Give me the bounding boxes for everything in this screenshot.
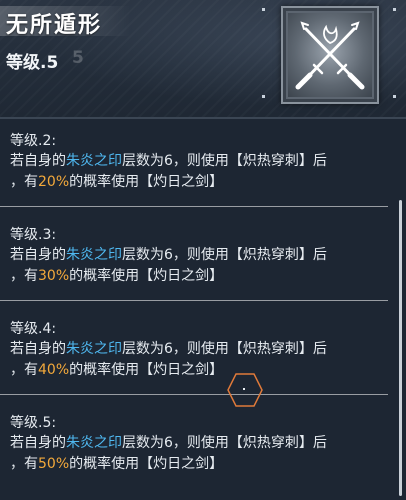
entry-level-label: 等级.5: — [10, 415, 57, 431]
level-list[interactable]: 等级.2: 若自身的朱炎之印层数为6，则使用【炽热穿刺】后 ，有20%的概率使用… — [0, 120, 406, 500]
entry-divider — [0, 394, 388, 395]
list-scrollbar[interactable] — [399, 200, 402, 496]
entry-divider — [0, 206, 388, 207]
entry-level-label: 等级.3: — [10, 227, 57, 243]
cursor-hex-icon — [227, 373, 263, 407]
cursor-dot — [243, 388, 245, 390]
corner-dot — [262, 95, 265, 98]
keyword-highlight: 朱炎之印 — [66, 247, 122, 263]
text-segment: 若自身的 — [10, 247, 66, 263]
entry-line-1: 若自身的朱炎之印层数为6，则使用【炽热穿刺】后 — [10, 432, 327, 452]
chance-highlight: 40% — [38, 362, 70, 378]
chance-highlight: 20% — [38, 174, 70, 190]
corner-dot — [393, 8, 396, 11]
text-segment: 层数为6，则使用【炽热穿刺】后 — [122, 247, 327, 263]
text-segment: ，有 — [10, 174, 38, 190]
chance-highlight: 30% — [38, 268, 70, 284]
entry-line-2: ，有30%的概率使用【灼日之剑】 — [10, 265, 223, 285]
entry-level-label: 等级.4: — [10, 321, 57, 337]
header-separator — [0, 117, 406, 119]
keyword-highlight: 朱炎之印 — [66, 435, 122, 451]
keyword-highlight: 朱炎之印 — [66, 341, 122, 357]
text-segment: 的概率使用【灼日之剑】 — [69, 174, 224, 190]
text-segment: 的概率使用【灼日之剑】 — [69, 362, 224, 378]
text-segment: 若自身的 — [10, 153, 66, 169]
entry-line-1: 若自身的朱炎之印层数为6，则使用【炽热穿刺】后 — [10, 150, 327, 170]
text-segment: ，有 — [10, 268, 38, 284]
skill-header: 无所遁形 等级.5 5 — [0, 0, 406, 118]
entry-line-2: ，有40%的概率使用【灼日之剑】 — [10, 359, 223, 379]
crossed-blades-icon — [288, 13, 372, 97]
text-segment: 层数为6，则使用【炽热穿刺】后 — [122, 153, 327, 169]
skill-name: 无所遁形 — [6, 13, 103, 38]
current-level: 等级.5 — [6, 53, 59, 73]
entry-level-label: 等级.2: — [10, 133, 57, 149]
chance-highlight: 50% — [38, 456, 70, 472]
corner-dot — [393, 95, 396, 98]
text-segment: ，有 — [10, 456, 38, 472]
skill-icon-frame[interactable] — [281, 6, 379, 104]
entry-divider — [0, 300, 388, 301]
text-segment: ，有 — [10, 362, 38, 378]
text-segment: 的概率使用【灼日之剑】 — [69, 456, 224, 472]
entry-line-2: ，有20%的概率使用【灼日之剑】 — [10, 171, 223, 191]
text-segment: 若自身的 — [10, 435, 66, 451]
text-segment: 层数为6，则使用【炽热穿刺】后 — [122, 341, 327, 357]
entry-line-1: 若自身的朱炎之印层数为6，则使用【炽热穿刺】后 — [10, 244, 327, 264]
text-segment: 若自身的 — [10, 341, 66, 357]
keyword-highlight: 朱炎之印 — [66, 153, 122, 169]
entry-line-1: 若自身的朱炎之印层数为6，则使用【炽热穿刺】后 — [10, 338, 327, 358]
level-ghost-text: 5 — [72, 48, 84, 68]
text-segment: 层数为6，则使用【炽热穿刺】后 — [122, 435, 327, 451]
text-segment: 的概率使用【灼日之剑】 — [69, 268, 224, 284]
corner-dot — [262, 8, 265, 11]
entry-line-2: ，有50%的概率使用【灼日之剑】 — [10, 453, 223, 473]
